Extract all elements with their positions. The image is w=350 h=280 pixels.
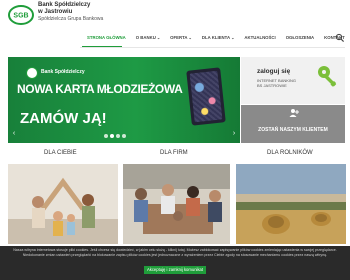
slider-dot-2[interactable] [110, 134, 114, 138]
slider-prev-arrow[interactable]: ‹ [10, 130, 18, 138]
chevron-down-icon: ⌄ [231, 35, 235, 40]
nav-item-offer[interactable]: OFERTA⌄ [165, 32, 197, 44]
nav-item-label: STRONA GŁÓWNA [87, 35, 126, 40]
slider-cta[interactable]: ZAMÓW JĄ! [20, 110, 107, 127]
add-user-icon [289, 109, 299, 117]
nav-item-label: OFERTA [170, 35, 188, 40]
slider-dot-4[interactable] [122, 134, 126, 138]
slider-next-arrow[interactable]: › [230, 130, 238, 138]
business-image[interactable] [123, 164, 230, 244]
sgb-logo[interactable]: SGB [8, 5, 34, 25]
slider-logo [26, 67, 38, 79]
nav-item-for-client[interactable]: DLA KLIENTA⌄ [197, 32, 240, 44]
slider-title: NOWA KARTA MŁODZIEŻOWA [17, 82, 183, 96]
category-label-personal[interactable]: DLA CIEBIE [44, 150, 77, 156]
nav-item-home[interactable]: STRONA GŁÓWNA [82, 32, 131, 44]
search-icon[interactable] [335, 33, 345, 43]
slider-dot-3[interactable] [116, 134, 120, 138]
nav-item-label: DLA KLIENTA [201, 35, 231, 40]
login-title: zaloguj się [257, 68, 291, 75]
logo-text: SGB [13, 13, 28, 20]
bank-group: Spółdzielcza Grupa Bankowa [38, 16, 104, 22]
login-subtitle: INTERNET BANKING BS Jastrowie [257, 78, 296, 88]
bank-name-line2: w Jastrowiu [38, 8, 73, 15]
login-line2: BS Jastrowie [257, 83, 287, 88]
chevron-down-icon: ⌄ [156, 35, 161, 40]
nav-item-label: O BANKU [135, 35, 156, 40]
accept-cookies-button[interactable]: Akceptuję i zamknij komunikat [144, 266, 206, 274]
open-account-label: ZOSTAŃ NASZYM KLIENTEM [258, 127, 328, 133]
site-header: SGB Bank Spółdzielczy w Jastrowiu Spółdz… [0, 0, 350, 32]
youth-card-image [186, 67, 226, 126]
slider-dots [104, 134, 126, 138]
nav-divider [80, 47, 345, 48]
family-image[interactable] [8, 164, 118, 244]
farmers-image[interactable] [236, 164, 346, 244]
main-nav: STRONA GŁÓWNA O BANKU⌄ OFERTA⌄ DLA KLIEN… [82, 32, 350, 44]
bank-name[interactable]: Bank Spółdzielczy w Jastrowiu Spółdzielc… [38, 2, 103, 23]
nav-item-label: AKTUALNOŚCI [244, 35, 276, 40]
chevron-down-icon: ⌄ [188, 35, 192, 40]
cookie-banner: Nasza witryna internetowa stosuje pliki … [0, 246, 350, 280]
category-label-business[interactable]: DLA FIRM [160, 150, 188, 156]
nav-item-announcements[interactable]: OGŁOSZENIA [281, 32, 319, 44]
cookie-text: Nasza witryna internetowa stosuje pliki … [13, 248, 337, 257]
key-icon [318, 66, 337, 87]
slider-dot-1[interactable] [104, 134, 108, 138]
nav-item-news[interactable]: AKTUALNOŚCI [239, 32, 280, 44]
slider-brand: Bank Spółdzielczy [41, 69, 85, 75]
hero-slider[interactable]: Bank Spółdzielczy NOWA KARTA MŁODZIEŻOWA… [8, 57, 240, 143]
nav-item-label: OGŁOSZENIA [285, 35, 315, 40]
category-label-farmers[interactable]: DLA ROLNIKÓW [267, 150, 313, 156]
nav-item-about[interactable]: O BANKU⌄ [131, 32, 165, 44]
